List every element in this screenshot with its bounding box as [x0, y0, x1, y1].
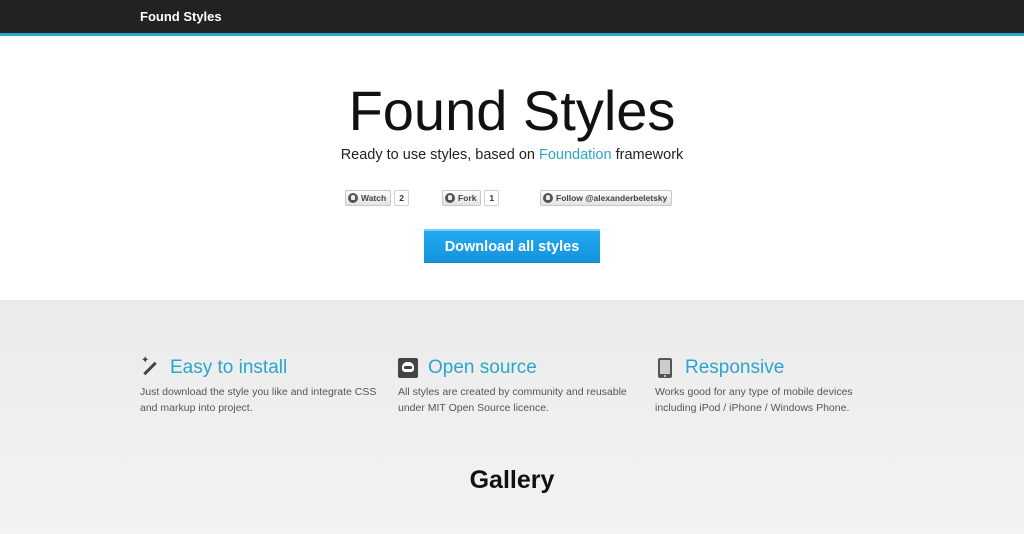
subtitle-text-after: framework — [611, 147, 684, 163]
feature-title[interactable]: Open source — [428, 357, 537, 379]
foundation-link[interactable]: Foundation — [539, 147, 612, 163]
gallery-title: Gallery — [469, 466, 555, 494]
subtitle-text-before: Ready to use styles, based on — [340, 147, 539, 163]
github-follow-button[interactable]: Follow @alexanderbeletsky — [540, 190, 673, 206]
magic-wand-icon — [140, 355, 160, 378]
feature-responsive: Responsive Works good for any type of mo… — [655, 356, 895, 416]
feature-description: Just download the style you like and int… — [140, 386, 377, 414]
hero-section: Found Styles Ready to use styles, based … — [0, 36, 1024, 300]
github-follow-label: Follow @alexanderbeletsky — [556, 193, 668, 203]
github-icon — [348, 193, 358, 203]
brand-link[interactable]: Found Styles — [140, 9, 222, 24]
github-icon — [445, 193, 455, 203]
feature-description: All styles are created by community and … — [398, 386, 627, 414]
hero-subtitle: Ready to use styles, based on Foundation… — [0, 147, 1024, 163]
feature-easy-install: Easy to install Just download the style … — [140, 355, 380, 416]
github-fork-count[interactable]: 1 — [484, 190, 500, 206]
features-section: Easy to install Just download the style … — [0, 300, 1024, 534]
hero-title: Found Styles — [348, 79, 676, 142]
feature-description: Works good for any type of mobile device… — [655, 386, 853, 414]
github-fork-button[interactable]: Fork 1 — [442, 190, 500, 206]
github-watch-button[interactable]: Watch 2 — [345, 190, 409, 206]
github-watch-count[interactable]: 2 — [394, 190, 409, 206]
feature-open-source: Open source All styles are created by co… — [398, 356, 638, 416]
feature-title[interactable]: Responsive — [685, 357, 784, 379]
github-icon — [543, 193, 553, 203]
github-watch-label: Watch — [361, 193, 387, 203]
top-bar: Found Styles — [0, 0, 1024, 33]
github-fork-label: Fork — [458, 193, 477, 203]
tablet-icon — [658, 358, 672, 378]
feature-title[interactable]: Easy to install — [170, 357, 287, 379]
download-all-button[interactable]: Download all styles — [424, 229, 600, 263]
github-octocat-icon — [398, 358, 418, 378]
